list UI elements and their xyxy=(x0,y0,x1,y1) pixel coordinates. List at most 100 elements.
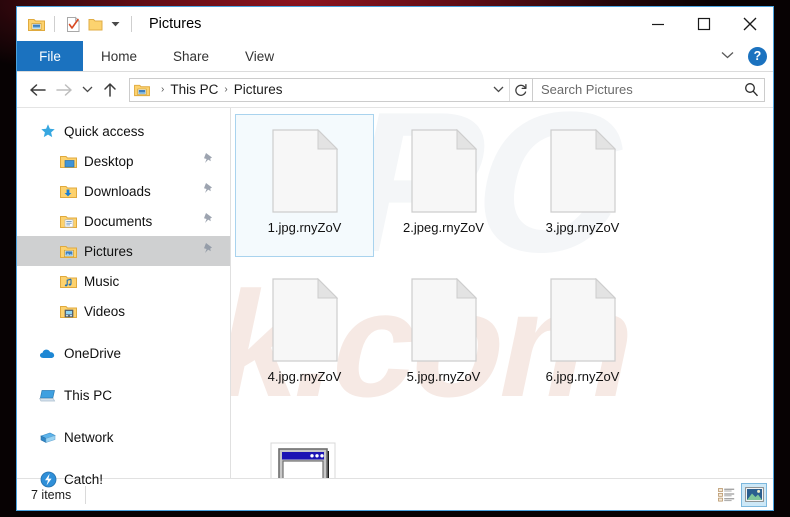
blank-file-icon xyxy=(535,272,631,368)
sidebar-item-label: Catch! xyxy=(64,471,104,487)
sidebar-item-videos[interactable]: Videos xyxy=(17,296,230,326)
search-box[interactable] xyxy=(533,77,765,102)
this-pc-icon xyxy=(39,386,57,404)
blank-file-icon xyxy=(535,123,631,219)
chevron-down-icon[interactable] xyxy=(106,13,124,35)
sidebar-item-label: Desktop xyxy=(84,153,134,169)
sidebar-item-label: Downloads xyxy=(84,183,151,199)
blank-file-icon xyxy=(257,272,353,368)
downloads-folder-icon xyxy=(59,182,77,200)
search-input[interactable] xyxy=(533,81,738,98)
breadcrumb-separator-2: › xyxy=(224,84,228,95)
videos-folder-icon xyxy=(59,302,77,320)
sidebar-item-label: OneDrive xyxy=(64,345,122,361)
pin-icon[interactable] xyxy=(202,212,214,230)
breadcrumb-dropdown-icon[interactable] xyxy=(487,79,509,101)
file-explorer-window: Pictures File Home Share View ? › This P… xyxy=(16,6,774,511)
file-item-2[interactable]: 2.jpeg.rnyZoV xyxy=(374,114,513,257)
desktop-folder-icon xyxy=(59,152,77,170)
breadcrumb[interactable]: › This PC › Pictures xyxy=(129,77,533,102)
pictures-folder-icon xyxy=(134,83,150,97)
file-name: 1.jpg.rnyZoV xyxy=(267,220,342,235)
forward-button[interactable] xyxy=(51,77,77,103)
search-icon[interactable] xyxy=(738,82,764,97)
blank-file-icon xyxy=(396,123,492,219)
refresh-icon[interactable] xyxy=(509,78,532,101)
explorer-body: Quick access Desktop Downloads Documents… xyxy=(17,107,773,487)
pictures-folder-icon[interactable] xyxy=(25,13,47,35)
file-list-pane[interactable]: PC isk.com 1.jpg.rnyZoV xyxy=(231,108,773,478)
file-item-4[interactable]: 4.jpg.rnyZoV xyxy=(235,263,374,406)
pictures-folder-icon xyxy=(59,242,77,260)
sidebar-item-quick-access[interactable]: Quick access xyxy=(17,116,230,146)
onedrive-cloud-icon xyxy=(39,344,57,362)
file-item-5[interactable]: 5.jpg.rnyZoV xyxy=(374,263,513,406)
tab-view[interactable]: View xyxy=(227,41,292,71)
sidebar-item-network[interactable]: Network xyxy=(17,422,230,452)
title-bar: Pictures xyxy=(17,7,773,41)
sidebar-gap-4 xyxy=(17,452,230,464)
sidebar-item-downloads[interactable]: Downloads xyxy=(17,176,230,206)
sidebar-gap-2 xyxy=(17,368,230,380)
qat-separator xyxy=(54,16,55,32)
sidebar-item-catch[interactable]: Catch! xyxy=(17,464,230,494)
navigation-pane: Quick access Desktop Downloads Documents… xyxy=(17,108,231,487)
tab-file[interactable]: File xyxy=(17,41,83,71)
file-name: 2.jpeg.rnyZoV xyxy=(403,220,484,235)
sidebar-item-this-pc[interactable]: This PC xyxy=(17,380,230,410)
minimize-button[interactable] xyxy=(635,7,681,41)
documents-folder-icon xyxy=(59,212,77,230)
ribbon-right-controls: ? xyxy=(717,41,767,71)
blank-file-icon xyxy=(396,272,492,368)
pin-icon[interactable] xyxy=(202,242,214,260)
new-folder-icon[interactable] xyxy=(84,13,106,35)
file-item-3[interactable]: 3.jpg.rnyZoV xyxy=(513,114,652,257)
file-grid: 1.jpg.rnyZoV 2.jpeg.rnyZoV 3.jpg.rnyZoV … xyxy=(231,108,773,478)
breadcrumb-item-pictures[interactable]: Pictures xyxy=(234,82,283,97)
sidebar-item-music[interactable]: Music xyxy=(17,266,230,296)
blank-file-icon xyxy=(257,123,353,219)
help-button[interactable]: ? xyxy=(748,46,767,66)
maximize-button[interactable] xyxy=(681,7,727,41)
expand-ribbon-chevron-icon[interactable] xyxy=(717,50,738,62)
breadcrumb-item-this-pc[interactable]: This PC xyxy=(170,82,218,97)
close-button[interactable] xyxy=(727,7,773,41)
sidebar-item-documents[interactable]: Documents xyxy=(17,206,230,236)
details-view-button[interactable] xyxy=(713,483,739,507)
sidebar-item-desktop[interactable]: Desktop xyxy=(17,146,230,176)
address-bar: › This PC › Pictures xyxy=(17,72,773,107)
window-title: Pictures xyxy=(149,16,202,32)
pin-icon[interactable] xyxy=(202,152,214,170)
ribbon-tab-strip: File Home Share View ? xyxy=(17,41,773,72)
network-icon xyxy=(39,428,57,446)
desktop-backdrop: Pictures File Home Share View ? › This P… xyxy=(0,0,790,517)
star-icon xyxy=(39,122,57,140)
sidebar-gap-3 xyxy=(17,410,230,422)
file-name: 5.jpg.rnyZoV xyxy=(406,369,481,384)
file-item-1[interactable]: 1.jpg.rnyZoV xyxy=(235,114,374,257)
file-name: 4.jpg.rnyZoV xyxy=(267,369,342,384)
qat-separator-2 xyxy=(131,16,132,32)
sidebar-item-label: Documents xyxy=(84,213,153,229)
file-item-6[interactable]: 6.jpg.rnyZoV xyxy=(513,263,652,406)
sidebar-item-label: Quick access xyxy=(64,123,145,139)
breadcrumb-separator: › xyxy=(161,84,165,95)
view-mode-buttons xyxy=(713,482,767,507)
sidebar-item-label: Videos xyxy=(84,303,126,319)
up-button[interactable] xyxy=(97,77,123,103)
sidebar-item-label: Pictures xyxy=(84,243,133,259)
sidebar-item-pictures[interactable]: Pictures xyxy=(17,236,230,266)
tab-home[interactable]: Home xyxy=(83,41,155,71)
catch-icon xyxy=(39,470,57,488)
sidebar-item-onedrive[interactable]: OneDrive xyxy=(17,338,230,368)
pin-icon[interactable] xyxy=(202,182,214,200)
music-folder-icon xyxy=(59,272,77,290)
back-button[interactable] xyxy=(25,77,51,103)
properties-icon[interactable] xyxy=(62,13,84,35)
large-icons-view-button[interactable] xyxy=(741,482,767,507)
recent-locations-button[interactable] xyxy=(77,77,97,103)
tab-share[interactable]: Share xyxy=(155,41,227,71)
file-item-7[interactable]: rnyZoV-decrypt.hta xyxy=(235,412,374,478)
file-name: 3.jpg.rnyZoV xyxy=(545,220,620,235)
